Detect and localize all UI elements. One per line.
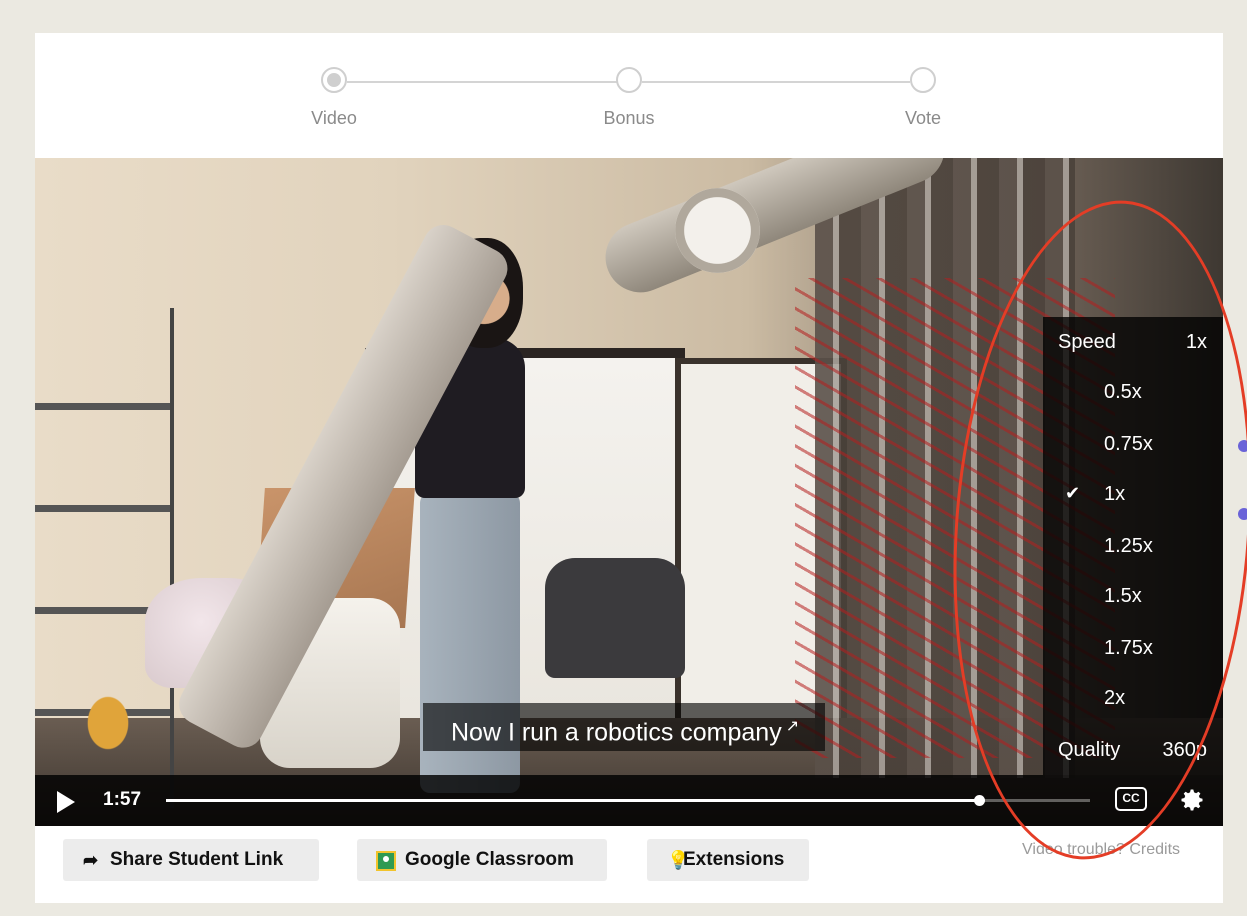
google-classroom-button[interactable]: Google Classroom — [357, 839, 607, 881]
external-link-icon: ↗ — [785, 718, 800, 735]
speed-option-label: 1x — [1104, 483, 1126, 505]
side-marker — [1238, 440, 1247, 452]
channel-logo — [73, 678, 143, 768]
speed-header[interactable]: Speed 1x — [1043, 317, 1223, 367]
speed-option[interactable]: 0.5x — [1043, 367, 1223, 417]
stepper-line — [642, 81, 910, 83]
caption-text: Now I run a robotics company — [451, 718, 782, 747]
quality-value: 360p — [1162, 739, 1208, 761]
play-icon[interactable] — [57, 791, 75, 813]
settings-menu: Speed 1x 0.5x 0.75x ✔ 1x 1.25x 1.5x 1.75… — [1043, 317, 1223, 775]
stepper-line — [347, 81, 617, 83]
speed-option-label: 1.75x — [1104, 637, 1153, 659]
quality-label: Quality — [1058, 739, 1121, 761]
lesson-card: Video Bonus Vote Now I run a robotics co… — [35, 33, 1223, 903]
video-player[interactable]: Now I run a robotics company ↗ Speed 1x 0… — [35, 158, 1223, 826]
speed-option-selected[interactable]: ✔ 1x — [1043, 469, 1223, 519]
google-classroom-icon — [376, 851, 396, 871]
seek-bar-handle[interactable] — [974, 795, 986, 806]
seek-bar[interactable] — [166, 795, 1090, 806]
speed-option[interactable]: 1.25x — [1043, 521, 1223, 571]
step-bonus-label[interactable]: Bonus — [569, 108, 689, 129]
player-controls: 1:57 CC — [35, 775, 1223, 826]
seek-bar-fill — [166, 799, 980, 802]
progress-stepper: Video Bonus Vote — [35, 33, 1223, 158]
video-caption: Now I run a robotics company ↗ — [423, 703, 826, 751]
speed-option-label: 0.5x — [1104, 381, 1142, 403]
speed-option[interactable]: 0.75x — [1043, 419, 1223, 469]
share-student-link-button[interactable]: ➦ Share Student Link — [63, 839, 319, 881]
video-trouble-link[interactable]: Video trouble? Credits — [1022, 841, 1180, 859]
step-vote-label[interactable]: Vote — [863, 108, 983, 129]
step-video-dot[interactable] — [321, 67, 347, 93]
step-vote-dot[interactable] — [910, 67, 936, 93]
extensions-label: Extensions — [683, 849, 785, 870]
classroom-label: Google Classroom — [405, 849, 574, 870]
step-bonus-dot[interactable] — [616, 67, 642, 93]
speed-option[interactable]: 2x — [1043, 673, 1223, 723]
closed-captions-icon[interactable]: CC — [1115, 787, 1147, 811]
check-icon: ✔ — [1065, 483, 1081, 503]
speed-option-label: 2x — [1104, 687, 1126, 709]
share-label: Share Student Link — [110, 849, 284, 870]
speed-option-label: 1.25x — [1104, 535, 1153, 557]
current-time: 1:57 — [103, 789, 142, 810]
speed-option[interactable]: 1.5x — [1043, 571, 1223, 621]
speed-option[interactable]: 1.75x — [1043, 623, 1223, 673]
speed-option-label: 0.75x — [1104, 433, 1153, 455]
speed-value: 1x — [1185, 331, 1207, 353]
quality-row[interactable]: Quality 360p — [1043, 725, 1223, 775]
step-video-label[interactable]: Video — [274, 108, 394, 129]
speed-label: Speed — [1058, 331, 1116, 353]
extensions-button[interactable]: 💡 Extensions — [647, 839, 809, 881]
side-marker — [1238, 508, 1247, 520]
speed-option-label: 1.5x — [1104, 585, 1142, 607]
share-arrow-icon: ➦ — [83, 850, 99, 870]
gear-icon[interactable] — [1178, 786, 1206, 814]
